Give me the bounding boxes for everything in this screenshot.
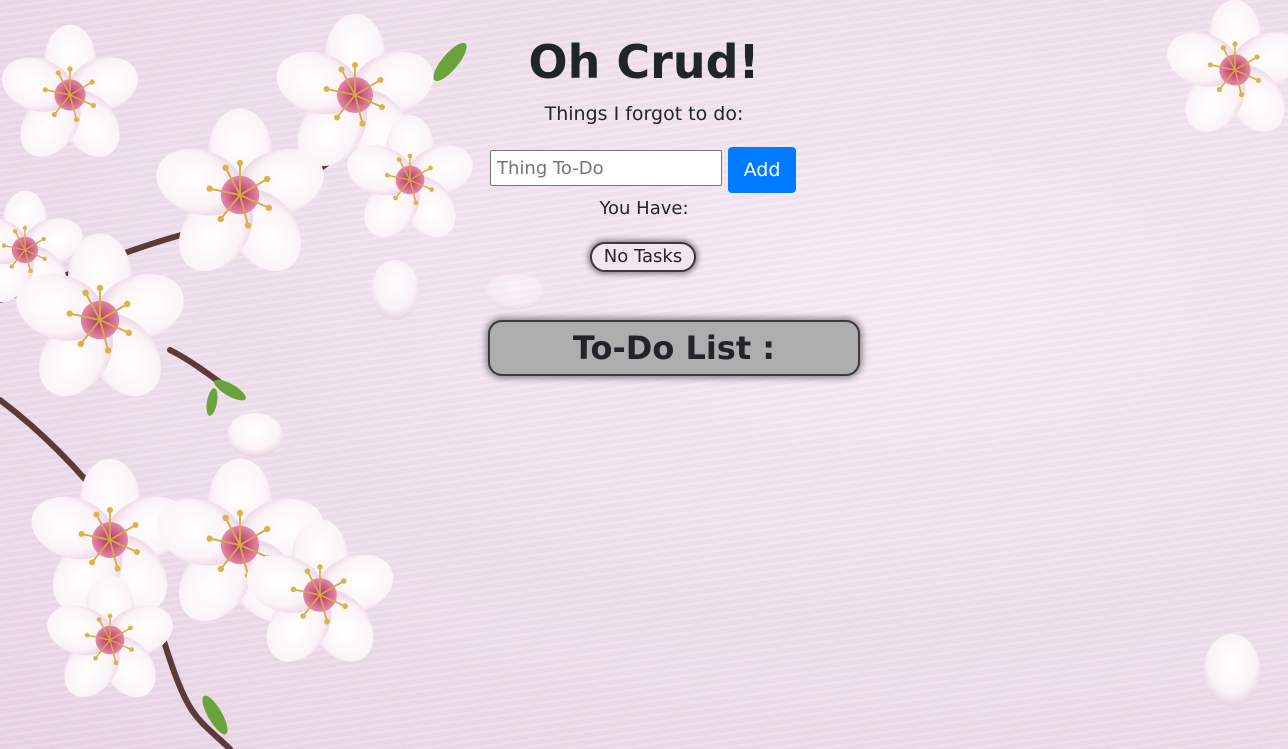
task-count-label: You Have: xyxy=(599,198,689,219)
todo-input[interactable] xyxy=(490,150,722,186)
page-subtitle: Things I forgot to do: xyxy=(544,103,744,125)
page-title: Oh Crud! xyxy=(528,35,760,89)
add-button[interactable]: Add xyxy=(728,147,796,193)
todo-app: Oh Crud! Things I forgot to do: Add You … xyxy=(0,0,1288,749)
task-count-badge: No Tasks xyxy=(590,242,696,272)
todo-list-header: To-Do List : xyxy=(488,320,860,376)
